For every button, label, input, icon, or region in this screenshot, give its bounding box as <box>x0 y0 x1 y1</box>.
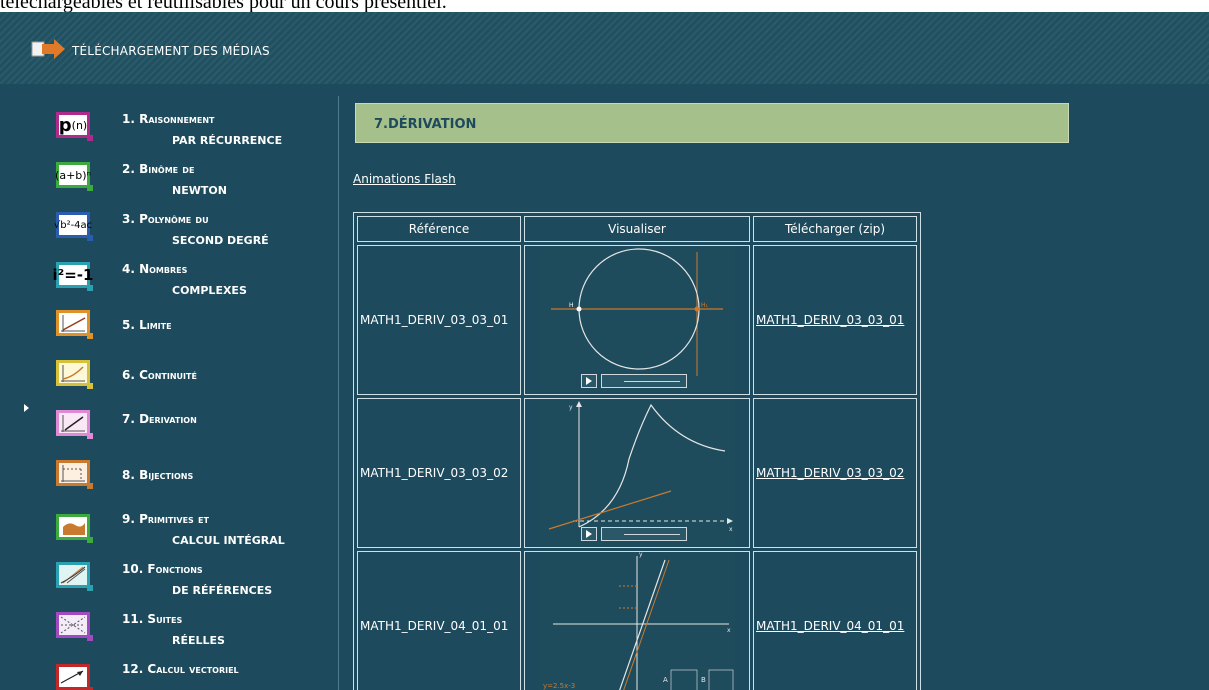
sidebar-item-suites[interactable]: 11. Suites réelles <box>56 596 336 647</box>
sidebar-item-vectoriel[interactable]: 12. Calcul vectoriel <box>56 646 336 690</box>
reference-cell: MATH1_DERIV_03_03_01 <box>357 245 521 395</box>
sidebar-item-fonctions[interactable]: 10. Fonctions de références <box>56 546 336 597</box>
bijection-graph-icon <box>56 460 93 489</box>
table-header-row: Référence Visualiser Télécharger (zip) <box>357 216 917 242</box>
reference-cell: MATH1_DERIV_04_01_01 <box>357 551 521 690</box>
sidebar-item-label: 4. Nombres <box>122 262 188 276</box>
column-header-download: Télécharger (zip) <box>753 216 917 242</box>
table-row: MATH1_DERIV_04_01_01 y x y=2.5x-3 A B MA… <box>357 551 917 690</box>
chapter-sidebar: p (n) 1. Raisonnement par récurrence (a+b… <box>0 96 338 690</box>
vector-icon <box>56 664 93 690</box>
download-cell: MATH1_DERIV_03_03_02 <box>753 398 917 548</box>
point-label-h: H <box>569 302 574 309</box>
limit-graph-icon <box>56 310 93 339</box>
download-zip-link[interactable]: MATH1_DERIV_03_03_01 <box>756 313 904 327</box>
preview-cell[interactable]: H H₁ <box>524 245 750 395</box>
sidebar-item-label: 6. Continuité <box>122 368 197 382</box>
sidebar-item-continuite[interactable]: 6. Continuité <box>56 346 336 396</box>
download-cell: MATH1_DERIV_04_01_01 <box>753 551 917 690</box>
page-title: 7.DÉRIVATION <box>374 117 477 132</box>
integral-graph-icon <box>56 514 93 543</box>
banner: TÉLÉCHARGEMENT DES MÉDIAS <box>0 12 1209 84</box>
sidebar-item-raisonnement[interactable]: p (n) 1. Raisonnement par récurrence <box>56 96 336 147</box>
table-row: MATH1_DERIV_03_03_02 y x MATH1_DERIV_03_… <box>357 398 917 548</box>
sidebar-item-label: 11. Suites <box>122 612 183 626</box>
binomial-icon: (a+b)ⁿ <box>55 162 93 191</box>
download-arrow-icon <box>31 39 65 59</box>
sidebar-item-label: 5. Limite <box>122 318 172 332</box>
timeline-scrubber[interactable] <box>601 374 687 388</box>
point-label-b: B <box>701 676 706 684</box>
axis-label-x: x <box>727 627 731 634</box>
download-cell: MATH1_DERIV_03_03_01 <box>753 245 917 395</box>
preview-cell[interactable]: y x y=2.5x-3 A B <box>524 551 750 690</box>
sidebar-item-binome[interactable]: (a+b)ⁿ 2. Binôme de newton <box>55 146 336 197</box>
curve-animation-preview[interactable]: y x <box>539 399 735 545</box>
play-icon[interactable] <box>581 374 597 388</box>
point-label-a: A <box>663 676 668 684</box>
sidebar-item-label: 12. Calcul vectoriel <box>122 662 239 676</box>
play-icon[interactable] <box>581 527 597 541</box>
sidebar-item-limite[interactable]: 5. Limite <box>56 296 336 346</box>
column-header-reference: Référence <box>357 216 521 242</box>
sidebar-item-bijections[interactable]: 8. Bijections <box>56 446 336 496</box>
preview-cell[interactable]: y x <box>524 398 750 548</box>
sidebar-item-label: 1. Raisonnement <box>122 112 215 126</box>
functions-graph-icon <box>56 562 93 591</box>
sidebar-item-label: 7. Derivation <box>122 412 197 426</box>
axis-label-y: y <box>569 404 573 411</box>
sidebar-item-complexes[interactable]: i²=-1 4. Nombres complexes <box>53 246 336 297</box>
sidebar-item-label: 9. Primitives et <box>122 512 209 526</box>
download-zip-link[interactable]: MATH1_DERIV_03_03_02 <box>756 466 904 480</box>
complex-number-icon: i²=-1 <box>53 262 93 291</box>
timeline-scrubber[interactable] <box>601 527 687 541</box>
sidebar-item-label: 3. Polynôme du <box>122 212 209 226</box>
sidebar-item-polynome[interactable]: √b²-4ac 3. Polynôme du second degré <box>54 196 336 247</box>
polynomial-icon: √b²-4ac <box>54 212 93 241</box>
sequence-graph-icon <box>56 612 93 641</box>
circle-animation-preview[interactable]: H H₁ <box>539 246 735 392</box>
linear-function-preview[interactable]: y x y=2.5x-3 A B <box>539 551 735 690</box>
sidebar-item-derivation[interactable]: 7. Derivation <box>56 396 336 446</box>
banner-title: TÉLÉCHARGEMENT DES MÉDIAS <box>72 44 270 58</box>
sidebar-item-label: 8. Bijections <box>122 468 194 482</box>
point-label-h1: H₁ <box>701 302 709 309</box>
column-header-visualize: Visualiser <box>524 216 750 242</box>
pn-icon: p (n) <box>56 112 93 141</box>
page-title-bar: 7.DÉRIVATION <box>355 103 1069 143</box>
media-table: Référence Visualiser Télécharger (zip) M… <box>353 212 921 690</box>
sidebar-item-primitives[interactable]: 9. Primitives et calcul intégral <box>56 496 336 547</box>
sidebar-item-label: 2. Binôme de <box>122 162 195 176</box>
sidebar-item-label: 10. Fonctions <box>122 562 203 576</box>
main-content: 7.DÉRIVATION Animations Flash Référence … <box>339 96 1209 690</box>
axis-label-x: x <box>729 526 733 533</box>
derivation-graph-icon <box>56 410 93 439</box>
reference-cell: MATH1_DERIV_03_03_02 <box>357 398 521 548</box>
axis-label-y: y <box>639 552 643 558</box>
continuity-graph-icon <box>56 360 93 389</box>
flash-animations-link[interactable]: Animations Flash <box>353 172 456 186</box>
table-row: MATH1_DERIV_03_03_01 H H₁ MATH1_DERIV_03… <box>357 245 917 395</box>
equation-label: y=2.5x-3 <box>543 682 575 690</box>
download-zip-link[interactable]: MATH1_DERIV_04_01_01 <box>756 619 904 633</box>
media-download-app: TÉLÉCHARGEMENT DES MÉDIAS p (n) 1. Raison… <box>0 12 1209 690</box>
